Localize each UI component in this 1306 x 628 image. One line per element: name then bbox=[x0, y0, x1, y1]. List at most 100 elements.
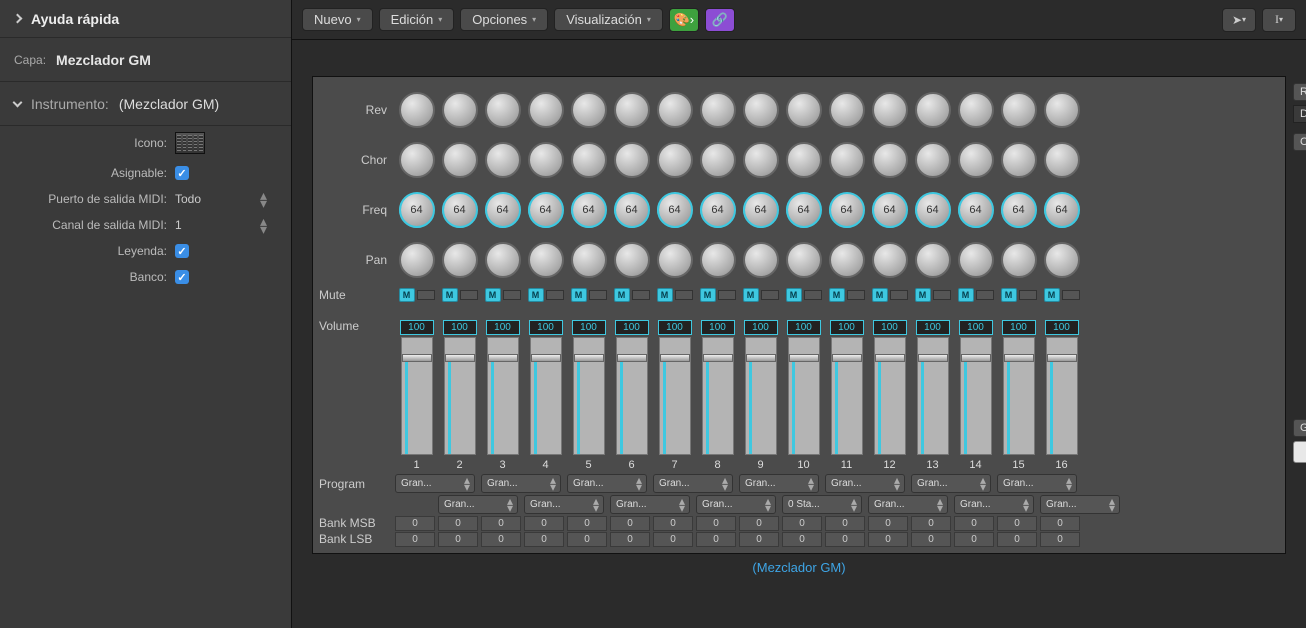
bank-lsb-value[interactable]: 0 bbox=[954, 532, 994, 547]
freq-knob[interactable]: 64 bbox=[958, 192, 994, 228]
pan-knob[interactable] bbox=[958, 242, 994, 278]
volume-fader[interactable] bbox=[444, 337, 476, 455]
mixer-icon[interactable] bbox=[175, 132, 205, 154]
program-select[interactable]: Gran...▴▾ bbox=[524, 495, 604, 514]
room-select[interactable]: Room 1▴▾ bbox=[1293, 83, 1306, 101]
chor-knob[interactable] bbox=[528, 142, 564, 178]
mute-button[interactable]: M bbox=[485, 288, 501, 302]
freq-knob[interactable]: 64 bbox=[1044, 192, 1080, 228]
chor-knob[interactable] bbox=[399, 142, 435, 178]
mute-button[interactable]: M bbox=[872, 288, 888, 302]
rev-knob[interactable] bbox=[399, 92, 435, 128]
bank-msb-value[interactable]: 0 bbox=[997, 516, 1037, 531]
volume-value[interactable]: 100 bbox=[572, 320, 606, 335]
bank-msb-value[interactable]: 0 bbox=[395, 516, 435, 531]
volume-fader[interactable] bbox=[788, 337, 820, 455]
bank-lsb-value[interactable]: 0 bbox=[524, 532, 564, 547]
volume-value[interactable]: 100 bbox=[486, 320, 520, 335]
volume-value[interactable]: 100 bbox=[830, 320, 864, 335]
volume-fader[interactable] bbox=[702, 337, 734, 455]
mute-button[interactable]: M bbox=[829, 288, 845, 302]
volume-fader[interactable] bbox=[917, 337, 949, 455]
pan-knob[interactable] bbox=[571, 242, 607, 278]
volume-value[interactable]: 100 bbox=[615, 320, 649, 335]
mute-button[interactable]: M bbox=[571, 288, 587, 302]
volume-value[interactable]: 100 bbox=[959, 320, 993, 335]
volume-fader[interactable] bbox=[530, 337, 562, 455]
mute-button[interactable]: M bbox=[528, 288, 544, 302]
program-select[interactable]: Gran...▴▾ bbox=[825, 474, 905, 493]
bank-lsb-value[interactable]: 0 bbox=[911, 532, 951, 547]
program-select[interactable]: Gran...▴▾ bbox=[911, 474, 991, 493]
bank-msb-value[interactable]: 0 bbox=[567, 516, 607, 531]
volume-fader[interactable] bbox=[1046, 337, 1078, 455]
program-select[interactable]: Gran...▴▾ bbox=[868, 495, 948, 514]
volume-value[interactable]: 100 bbox=[529, 320, 563, 335]
rev-knob[interactable] bbox=[915, 92, 951, 128]
text-tool[interactable]: I▾ bbox=[1262, 8, 1296, 32]
volume-fader[interactable] bbox=[573, 337, 605, 455]
program-select[interactable]: 0 Sta...▴▾ bbox=[782, 495, 862, 514]
pan-knob[interactable] bbox=[915, 242, 951, 278]
rev-knob[interactable] bbox=[1001, 92, 1037, 128]
chor-knob[interactable] bbox=[872, 142, 908, 178]
pan-knob[interactable] bbox=[700, 242, 736, 278]
bank-msb-value[interactable]: 0 bbox=[438, 516, 478, 531]
program-select[interactable]: Gran...▴▾ bbox=[438, 495, 518, 514]
program-select[interactable]: Gran...▴▾ bbox=[567, 474, 647, 493]
chor-knob[interactable] bbox=[700, 142, 736, 178]
chor-knob[interactable] bbox=[786, 142, 822, 178]
rev-knob[interactable] bbox=[700, 92, 736, 128]
chor-knob[interactable] bbox=[571, 142, 607, 178]
quick-help-header[interactable]: Ayuda rápida bbox=[0, 0, 291, 38]
pan-knob[interactable] bbox=[528, 242, 564, 278]
chorus-select[interactable]: Chorus 1▴▾ bbox=[1293, 133, 1306, 151]
banco-checkbox[interactable] bbox=[175, 270, 189, 284]
volume-value[interactable]: 100 bbox=[443, 320, 477, 335]
bank-lsb-value[interactable]: 0 bbox=[653, 532, 693, 547]
layer-row[interactable]: Capa: Mezclador GM bbox=[0, 38, 291, 82]
mute-button[interactable]: M bbox=[700, 288, 716, 302]
bank-lsb-value[interactable]: 0 bbox=[825, 532, 865, 547]
bank-lsb-value[interactable]: 0 bbox=[739, 532, 779, 547]
instrument-row[interactable]: Instrumento: (Mezclador GM) bbox=[0, 82, 291, 126]
bank-lsb-value[interactable]: 0 bbox=[395, 532, 435, 547]
canal-select[interactable]: 1▴▾ bbox=[175, 217, 267, 233]
rev-knob[interactable] bbox=[829, 92, 865, 128]
freq-knob[interactable]: 64 bbox=[786, 192, 822, 228]
volume-fader[interactable] bbox=[1003, 337, 1035, 455]
volume-fader[interactable] bbox=[874, 337, 906, 455]
bank-lsb-value[interactable]: 0 bbox=[782, 532, 822, 547]
freq-knob[interactable]: 64 bbox=[1001, 192, 1037, 228]
pan-knob[interactable] bbox=[872, 242, 908, 278]
chor-knob[interactable] bbox=[1001, 142, 1037, 178]
mute-button[interactable]: M bbox=[915, 288, 931, 302]
program-select[interactable]: Gran...▴▾ bbox=[1040, 495, 1120, 514]
chor-knob[interactable] bbox=[1044, 142, 1080, 178]
freq-knob[interactable]: 64 bbox=[872, 192, 908, 228]
pan-knob[interactable] bbox=[614, 242, 650, 278]
color-button[interactable]: 🎨› bbox=[669, 8, 699, 32]
program-select[interactable]: Gran...▴▾ bbox=[954, 495, 1034, 514]
pan-knob[interactable] bbox=[1001, 242, 1037, 278]
volume-value[interactable]: 100 bbox=[744, 320, 778, 335]
bank-msb-value[interactable]: 0 bbox=[954, 516, 994, 531]
menu-nuevo[interactable]: Nuevo▾ bbox=[302, 8, 373, 31]
chor-knob[interactable] bbox=[915, 142, 951, 178]
program-select[interactable]: Gran...▴▾ bbox=[997, 474, 1077, 493]
pan-knob[interactable] bbox=[442, 242, 478, 278]
volume-value[interactable]: 100 bbox=[1002, 320, 1036, 335]
volume-value[interactable]: 100 bbox=[916, 320, 950, 335]
menu-visualizacion[interactable]: Visualización▾ bbox=[554, 8, 663, 31]
volume-fader[interactable] bbox=[616, 337, 648, 455]
freq-knob[interactable]: 64 bbox=[485, 192, 521, 228]
chor-knob[interactable] bbox=[442, 142, 478, 178]
asignable-checkbox[interactable] bbox=[175, 166, 189, 180]
program-select[interactable]: Gran...▴▾ bbox=[481, 474, 561, 493]
mute-button[interactable]: M bbox=[743, 288, 759, 302]
bank-msb-value[interactable]: 0 bbox=[653, 516, 693, 531]
volume-fader[interactable] bbox=[487, 337, 519, 455]
mute-button[interactable]: M bbox=[657, 288, 673, 302]
puerto-select[interactable]: Todo▴▾ bbox=[175, 191, 267, 207]
menu-edicion[interactable]: Edición▾ bbox=[379, 8, 455, 31]
